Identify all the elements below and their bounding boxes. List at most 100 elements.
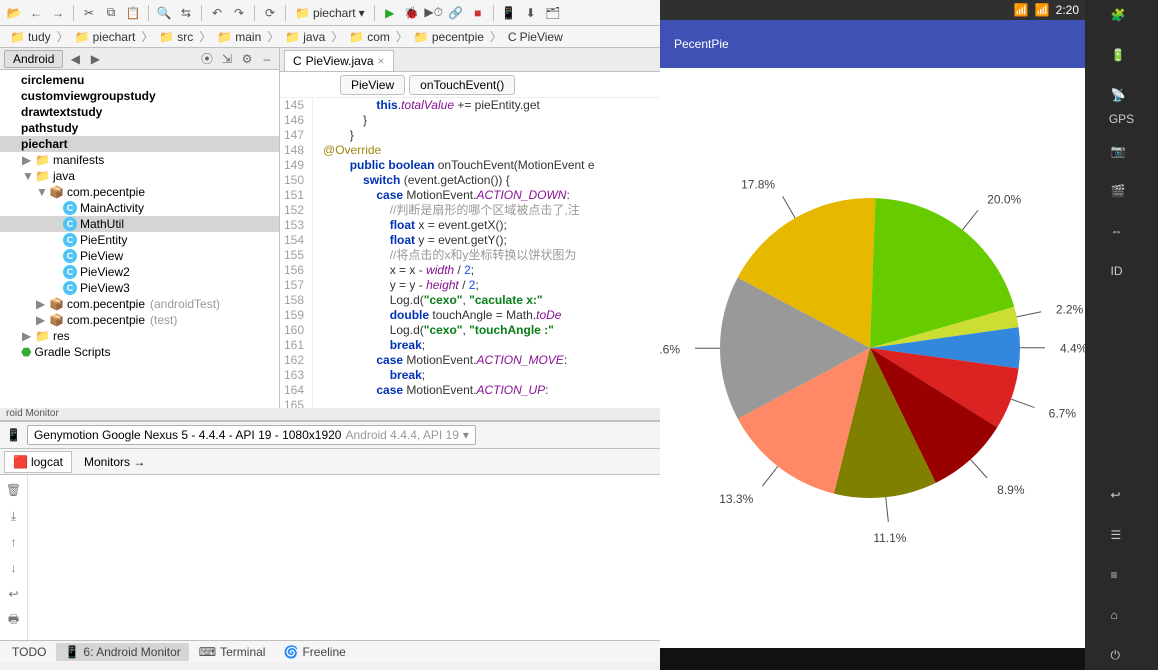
undo-icon[interactable]: ↶ — [207, 3, 227, 23]
breadcrumb-item[interactable]: 📁tudy — [6, 29, 55, 45]
forward-icon[interactable]: → — [48, 3, 68, 23]
terminal-tab[interactable]: ⌨ Terminal — [191, 643, 274, 661]
id-label: ID — [1111, 264, 1133, 286]
next-icon[interactable]: ▶ — [87, 51, 103, 67]
paste-icon[interactable]: 📋 — [123, 3, 143, 23]
battery-icon[interactable]: 🔋 — [1111, 48, 1133, 70]
tree-item[interactable]: ▶📁res — [0, 328, 279, 344]
down-icon[interactable]: ↓ — [5, 559, 23, 577]
recent-nav-icon[interactable]: ☰ — [1111, 528, 1133, 550]
debug-icon[interactable]: 🐞 — [402, 3, 422, 23]
copy-icon[interactable]: ⧉ — [101, 3, 121, 23]
pie-label: 13.3% — [719, 492, 753, 506]
device-name: Genymotion Google Nexus 5 - 4.4.4 - API … — [34, 428, 342, 442]
project-view-selector[interactable]: Android — [4, 50, 63, 68]
module-selector[interactable]: 📁 piechart ▾ — [291, 6, 369, 20]
cut-icon[interactable]: ✂ — [79, 3, 99, 23]
prev-icon[interactable]: ◀ — [67, 51, 83, 67]
android-monitor-tab[interactable]: 📱 6: Android Monitor — [56, 643, 188, 661]
wrap-icon[interactable]: ↩ — [5, 585, 23, 603]
collapse-icon[interactable]: ⇲ — [219, 51, 235, 67]
tree-item[interactable]: CMathUtil — [0, 216, 279, 232]
redo-icon[interactable]: ↷ — [229, 3, 249, 23]
trash-icon[interactable]: 🗑 — [5, 481, 23, 499]
power-icon[interactable]: ⏻ — [1111, 648, 1133, 670]
tree-item[interactable]: CPieView — [0, 248, 279, 264]
pie-label: 4.4% — [1060, 342, 1085, 356]
gps-label: GPS — [1109, 112, 1134, 126]
breadcrumb-item[interactable]: 📁src — [155, 29, 197, 45]
context-class[interactable]: PieView — [340, 75, 405, 95]
emulator-screen[interactable]: 📶 📶 2:20 PecentPie 17.8%20.0%2.2%4.4%6.7… — [660, 0, 1085, 648]
back-nav-icon[interactable]: ↩ — [1111, 488, 1133, 510]
tree-item[interactable]: ▶📦com.pecentpie(test) — [0, 312, 279, 328]
tree-item[interactable]: CPieEntity — [0, 232, 279, 248]
tree-item[interactable]: CPieView3 — [0, 280, 279, 296]
menu-nav-icon[interactable]: ≡ — [1111, 568, 1133, 590]
clock-label: 2:20 — [1056, 3, 1079, 17]
tree-item[interactable]: ▼📦com.pecentpie — [0, 184, 279, 200]
tree-item[interactable]: drawtextstudy — [0, 104, 279, 120]
tree-item[interactable]: ▼📁java — [0, 168, 279, 184]
replace-icon[interactable]: ⇆ — [176, 3, 196, 23]
breadcrumb-item[interactable]: CPieView — [504, 29, 567, 45]
find-icon[interactable]: 🔍 — [154, 3, 174, 23]
target-icon[interactable]: ⦿ — [199, 51, 215, 67]
pie-label: 17.8% — [741, 177, 775, 191]
print-icon[interactable]: 🖶 — [5, 611, 23, 629]
back-icon[interactable]: ← — [26, 3, 46, 23]
logcat-tab[interactable]: 🟥 logcat — [4, 451, 72, 473]
freeline-tab[interactable]: 🌀 Freeline — [275, 643, 353, 661]
breadcrumb-item[interactable]: 📁piechart — [71, 29, 140, 45]
tree-item[interactable]: ⬣Gradle Scripts — [0, 344, 279, 360]
settings-icon[interactable]: ⚙ — [239, 51, 255, 67]
pie-chart[interactable]: 17.8%20.0%2.2%4.4%6.7%8.9%11.1%13.3%15.6… — [660, 68, 1085, 648]
project-tree[interactable]: circlemenucustomviewgroupstudydrawtextst… — [0, 70, 279, 408]
monitors-tab[interactable]: Monitors → — [76, 452, 153, 472]
scroll-end-icon[interactable]: ⤓ — [5, 507, 23, 525]
attach-icon[interactable]: 🔗 — [446, 3, 466, 23]
tree-item[interactable]: CMainActivity — [0, 200, 279, 216]
source[interactable]: this.totalValue += pieEntity.get } }@Ove… — [313, 98, 594, 408]
tree-item[interactable]: customviewgroupstudy — [0, 88, 279, 104]
capture-icon[interactable]: 🎬 — [1111, 184, 1133, 206]
module-selector-label: piechart — [313, 6, 356, 20]
tree-item[interactable]: pathstudy — [0, 120, 279, 136]
tree-item[interactable]: ▶📁manifests — [0, 152, 279, 168]
breadcrumb-item[interactable]: 📁main — [213, 29, 265, 45]
todo-tab[interactable]: TODO — [4, 643, 54, 661]
stop-icon[interactable]: ■ — [468, 3, 488, 23]
up-icon[interactable]: ↑ — [5, 533, 23, 551]
genymotion-logo-icon[interactable]: 🧩 — [1111, 8, 1133, 30]
project-sidebar: Android ◀ ▶ ⦿ ⇲ ⚙ – circlemenucustomview… — [0, 48, 280, 408]
tree-item[interactable]: CPieView2 — [0, 264, 279, 280]
tree-item[interactable]: ▶📦com.pecentpie(androidTest) — [0, 296, 279, 312]
breadcrumb-item[interactable]: 📁pecentpie — [410, 29, 488, 45]
run-icon[interactable]: ▶ — [380, 3, 400, 23]
sdk-icon[interactable]: ⬇ — [521, 3, 541, 23]
breadcrumb-item[interactable]: 📁com — [345, 29, 394, 45]
device-selector[interactable]: Genymotion Google Nexus 5 - 4.4.4 - API … — [27, 425, 476, 445]
breadcrumb-item[interactable]: 📁java — [281, 29, 329, 45]
tree-item[interactable]: circlemenu — [0, 72, 279, 88]
open-icon[interactable]: 📂 — [4, 3, 24, 23]
hide-icon[interactable]: – — [259, 51, 275, 67]
project-sidebar-head: Android ◀ ▶ ⦿ ⇲ ⚙ – — [0, 48, 279, 70]
freeline-tab-label: Freeline — [302, 645, 345, 659]
tree-item[interactable]: piechart — [0, 136, 279, 152]
close-tab-icon[interactable]: × — [378, 54, 385, 68]
device-icon: 📱 — [6, 428, 21, 442]
identifier-icon[interactable]: ID — [1111, 264, 1133, 286]
app-title: PecentPie — [674, 37, 729, 51]
context-method[interactable]: onTouchEvent() — [409, 75, 515, 95]
profile-icon[interactable]: ▶⏱ — [424, 3, 444, 23]
editor-tab[interactable]: C PieView.java × — [284, 50, 394, 71]
camera-icon[interactable]: 📷 — [1111, 144, 1133, 166]
sync-icon[interactable]: ⟳ — [260, 3, 280, 23]
structure-icon[interactable]: 🗂 — [543, 3, 563, 23]
gps-icon[interactable]: 📡GPS — [1109, 88, 1134, 126]
remote-icon[interactable]: ⇔ — [1111, 224, 1133, 246]
home-nav-icon[interactable]: ⌂ — [1111, 608, 1133, 630]
device-os: Android 4.4.4, API 19 — [345, 428, 458, 442]
avd-icon[interactable]: 📱 — [499, 3, 519, 23]
